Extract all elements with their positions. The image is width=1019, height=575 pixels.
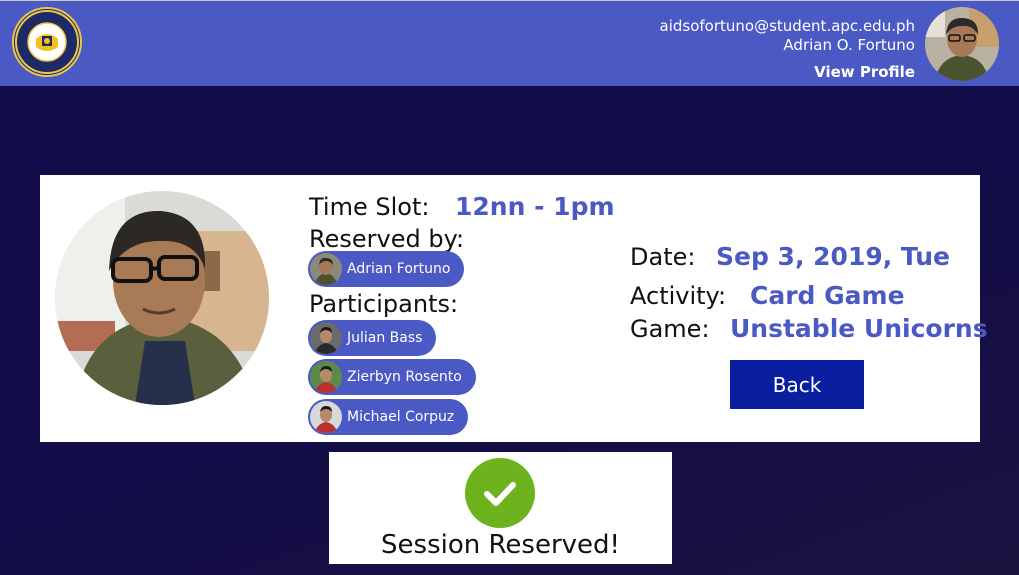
participant-avatar bbox=[310, 361, 342, 393]
game-value: Unstable Unicorns bbox=[730, 314, 988, 343]
user-avatar-photo bbox=[925, 7, 999, 81]
user-name: Adrian O. Fortuno bbox=[783, 36, 915, 54]
college-logo[interactable] bbox=[12, 7, 82, 77]
user-avatar[interactable] bbox=[925, 7, 999, 81]
reserver-photo bbox=[55, 191, 269, 405]
reserver-avatar bbox=[310, 253, 342, 285]
time-slot-label: Time Slot: bbox=[309, 193, 430, 221]
participant-chip[interactable]: Julian Bass bbox=[308, 320, 437, 356]
confirmation-box: Session Reserved! bbox=[329, 452, 672, 564]
reserver-photo-image bbox=[55, 191, 269, 405]
back-button[interactable]: Back bbox=[730, 360, 864, 409]
activity-label: Activity: bbox=[630, 282, 727, 310]
participant-chip[interactable]: Michael Corpuz bbox=[308, 399, 469, 435]
game-label: Game: bbox=[630, 315, 710, 343]
view-profile-link[interactable]: View Profile bbox=[814, 63, 915, 81]
college-seal-icon bbox=[15, 10, 79, 74]
date-label: Date: bbox=[630, 243, 696, 271]
user-info: aidsofortuno@student.apc.edu.ph Adrian O… bbox=[660, 16, 915, 81]
participant-chip[interactable]: Zierbyn Rosento bbox=[308, 359, 476, 395]
reserved-by-chip[interactable]: Adrian Fortuno bbox=[308, 251, 465, 287]
user-email: aidsofortuno@student.apc.edu.ph bbox=[659, 17, 915, 35]
participant-avatar bbox=[310, 322, 342, 354]
reservation-card: Time Slot: 12nn - 1pm Reserved by: Adria… bbox=[40, 175, 988, 442]
top-header: aidsofortuno@student.apc.edu.ph Adrian O… bbox=[0, 0, 1019, 86]
date-value: Sep 3, 2019, Tue bbox=[716, 242, 950, 271]
participant-name: Julian Bass bbox=[347, 330, 423, 346]
time-slot-value: 12nn - 1pm bbox=[455, 192, 615, 221]
participant-avatar bbox=[310, 401, 342, 433]
participant-name: Zierbyn Rosento bbox=[347, 369, 462, 385]
participant-name: Michael Corpuz bbox=[347, 409, 455, 425]
confirmation-message: Session Reserved! bbox=[381, 530, 620, 560]
activity-value: Card Game bbox=[750, 281, 905, 310]
participants-label: Participants: bbox=[309, 290, 459, 318]
reserved-by-label: Reserved by: bbox=[309, 225, 465, 253]
checkmark-icon bbox=[465, 458, 535, 528]
reserver-name: Adrian Fortuno bbox=[347, 261, 451, 277]
